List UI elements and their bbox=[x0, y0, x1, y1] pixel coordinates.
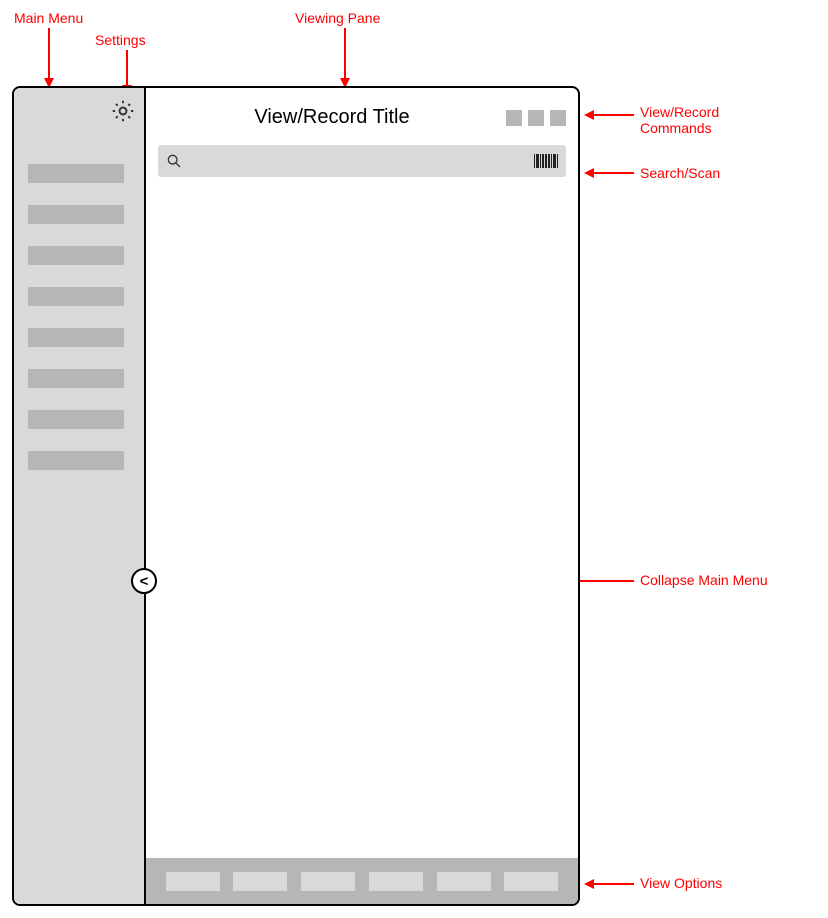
arrow-search bbox=[584, 166, 634, 180]
barcode-icon[interactable] bbox=[534, 154, 559, 168]
annotation-view-options: View Options bbox=[640, 875, 722, 891]
command-button[interactable] bbox=[506, 110, 522, 126]
view-option[interactable] bbox=[369, 872, 423, 891]
view-option[interactable] bbox=[301, 872, 355, 891]
search-icon bbox=[166, 153, 182, 169]
menu-item[interactable] bbox=[28, 164, 124, 183]
view-option[interactable] bbox=[166, 872, 220, 891]
command-button[interactable] bbox=[550, 110, 566, 126]
sidebar-main-menu: < bbox=[14, 88, 146, 904]
view-option[interactable] bbox=[437, 872, 491, 891]
arrow-main-menu bbox=[42, 28, 56, 88]
menu-item[interactable] bbox=[28, 451, 124, 470]
annotation-view-record-commands: View/Record Commands bbox=[640, 104, 719, 136]
view-option[interactable] bbox=[504, 872, 558, 891]
annotation-settings: Settings bbox=[95, 32, 146, 48]
annotation-collapse-main-menu: Collapse Main Menu bbox=[640, 572, 768, 588]
search-scan-bar[interactable] bbox=[158, 145, 566, 177]
page-title: View/Record Title bbox=[158, 106, 506, 129]
menu-item[interactable] bbox=[28, 205, 124, 224]
menu-item[interactable] bbox=[28, 328, 124, 347]
arrow-view-options bbox=[584, 877, 634, 891]
viewing-pane: View/Record Title bbox=[146, 88, 578, 904]
search-input[interactable] bbox=[190, 153, 526, 169]
view-options-bar bbox=[146, 858, 578, 904]
menu-item[interactable] bbox=[28, 369, 124, 388]
menu-item[interactable] bbox=[28, 246, 124, 265]
menu-items bbox=[28, 164, 136, 470]
command-button[interactable] bbox=[528, 110, 544, 126]
app-window: < View/Record Title bbox=[12, 86, 580, 906]
annotation-main-menu: Main Menu bbox=[14, 10, 83, 26]
arrow-commands bbox=[584, 108, 634, 122]
viewing-body bbox=[146, 177, 578, 858]
menu-item[interactable] bbox=[28, 287, 124, 306]
annotation-search-scan: Search/Scan bbox=[640, 165, 720, 181]
view-record-commands bbox=[506, 110, 566, 126]
header: View/Record Title bbox=[146, 88, 578, 139]
arrow-viewing-pane bbox=[338, 28, 352, 88]
gear-icon[interactable] bbox=[110, 98, 136, 124]
view-option[interactable] bbox=[233, 872, 287, 891]
menu-item[interactable] bbox=[28, 410, 124, 429]
annotation-viewing-pane: Viewing Pane bbox=[295, 10, 380, 26]
